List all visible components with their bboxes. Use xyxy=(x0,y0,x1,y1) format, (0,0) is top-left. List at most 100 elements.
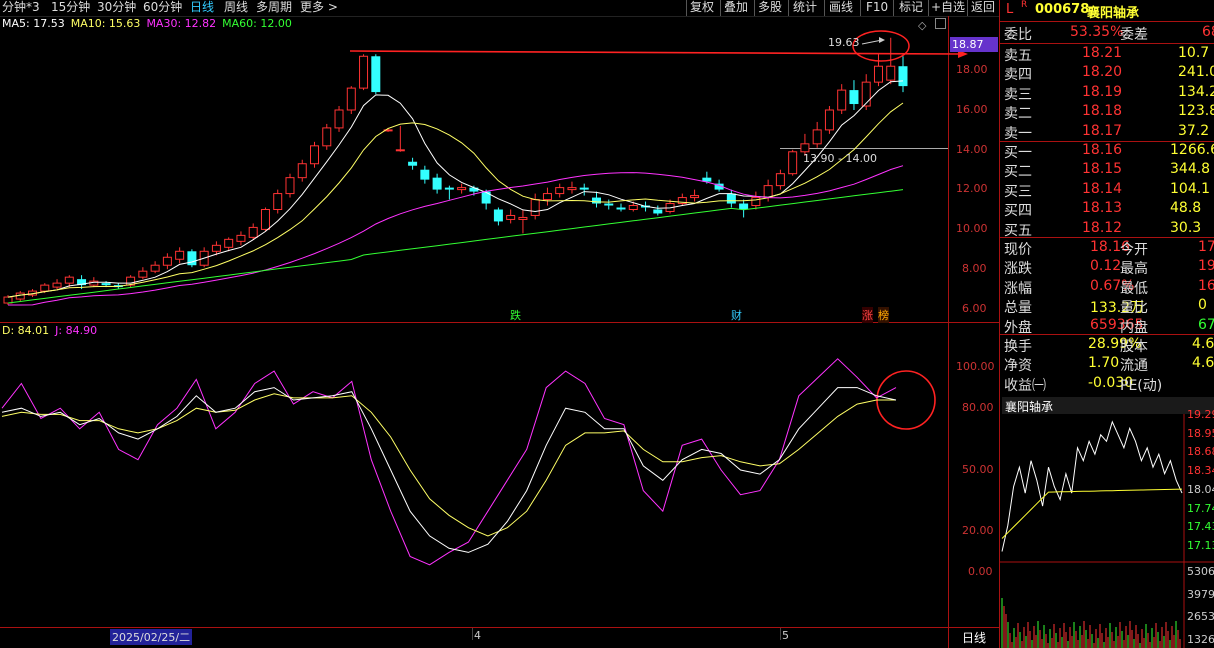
date-cursor-label: 2025/02/25/二 xyxy=(110,629,193,645)
candle[interactable] xyxy=(248,223,258,240)
candle[interactable] xyxy=(310,141,320,168)
ask-row: 卖五 18.21 10.7 xyxy=(1002,44,1214,64)
candle[interactable] xyxy=(739,199,749,218)
candle[interactable] xyxy=(260,207,270,232)
candle[interactable] xyxy=(359,54,369,91)
ask-label: 卖五 xyxy=(1004,48,1032,64)
ask-row: 卖一 18.17 37.2 xyxy=(1002,122,1214,142)
candle[interactable] xyxy=(518,209,528,234)
candle[interactable] xyxy=(873,54,883,87)
bid-volume: 344.8 xyxy=(1170,161,1211,178)
rights-flag: R xyxy=(1021,0,1028,10)
kdj-tick: 50.00 xyxy=(962,463,994,476)
candle[interactable] xyxy=(52,279,62,290)
stat-label: 收益㈠ xyxy=(1004,377,1046,394)
bid-row: 买二 18.15 344.8 xyxy=(1002,160,1214,180)
candle[interactable] xyxy=(898,56,908,93)
event-tag-finance[interactable]: 财 xyxy=(731,307,742,323)
event-tag-fall[interactable]: 跌 xyxy=(510,307,521,323)
candle[interactable] xyxy=(653,205,663,216)
weibi-row: 委比 53.35% 委差 68 xyxy=(1004,24,1214,43)
candle[interactable] xyxy=(273,189,283,214)
event-tag-rise[interactable]: 涨 xyxy=(862,307,873,323)
ask-volume: 134.2 xyxy=(1178,83,1214,100)
main-chart[interactable] xyxy=(0,0,1000,648)
stock-flag: L xyxy=(1006,2,1014,17)
stat-label: 量比 xyxy=(1120,300,1148,317)
mini-price-tick: 18.68 xyxy=(1187,445,1214,459)
candle[interactable] xyxy=(542,187,552,206)
candle[interactable] xyxy=(395,125,405,152)
resistance-line[interactable] xyxy=(349,50,961,55)
bid-row: 买五 18.12 30.3 xyxy=(1002,219,1214,239)
candle[interactable] xyxy=(837,84,847,114)
candle[interactable] xyxy=(812,121,822,148)
highlight-circle[interactable] xyxy=(852,30,910,62)
stat-label: 涨跌 xyxy=(1004,261,1032,278)
candle[interactable] xyxy=(567,181,577,194)
kdj-tick: 80.00 xyxy=(962,401,994,414)
ask-price: 18.20 xyxy=(1082,64,1123,81)
candle[interactable] xyxy=(677,193,687,206)
candle[interactable] xyxy=(555,183,565,198)
period-label: 日线 xyxy=(962,631,987,645)
stat-value: 17 xyxy=(1198,239,1214,255)
candle[interactable] xyxy=(604,199,614,210)
candle[interactable] xyxy=(187,249,197,268)
candle[interactable] xyxy=(175,247,185,264)
candle[interactable] xyxy=(297,159,307,182)
candle[interactable] xyxy=(616,203,626,212)
candle[interactable] xyxy=(849,80,859,110)
candle[interactable] xyxy=(420,165,430,184)
mini-volume-tick: 2653 xyxy=(1187,610,1214,623)
candle[interactable] xyxy=(591,191,601,208)
price-tick: 6.00 xyxy=(962,302,987,315)
candle[interactable] xyxy=(138,267,148,280)
candle[interactable] xyxy=(150,261,160,274)
candle[interactable] xyxy=(444,185,454,200)
stock-header: L R 000678 襄阳轴承 xyxy=(1002,0,1214,21)
stock-code[interactable]: 000678 xyxy=(1035,2,1089,17)
candle[interactable] xyxy=(432,173,442,194)
candle[interactable] xyxy=(775,169,785,190)
ask-row: 卖三 18.19 134.2 xyxy=(1002,83,1214,103)
candle[interactable] xyxy=(408,157,418,170)
candle[interactable] xyxy=(690,189,700,202)
stat-row: 涨跌 0.12 最高 19 xyxy=(1002,257,1214,277)
ask-label: 卖三 xyxy=(1004,86,1032,103)
ask-row: 卖四 18.20 241.0 xyxy=(1002,63,1214,83)
candle[interactable] xyxy=(162,253,172,270)
candle[interactable] xyxy=(457,183,467,194)
candle[interactable] xyxy=(371,54,381,95)
candle[interactable] xyxy=(493,207,503,226)
price-tick: 10.00 xyxy=(956,222,988,235)
candle[interactable] xyxy=(506,209,516,224)
bid-volume: 30.3 xyxy=(1170,219,1202,236)
candle[interactable] xyxy=(346,86,356,114)
ask-volume: 10.7 xyxy=(1178,45,1210,61)
ask-label: 卖四 xyxy=(1004,67,1032,84)
candle[interactable] xyxy=(861,74,871,110)
candle[interactable] xyxy=(224,237,234,252)
ask-price: 18.18 xyxy=(1082,103,1123,120)
candle[interactable] xyxy=(285,173,295,198)
stat-label: 内盘 xyxy=(1120,319,1148,336)
mini-intraday-chart[interactable] xyxy=(1000,414,1214,648)
ask-price: 18.21 xyxy=(1082,45,1123,61)
candle[interactable] xyxy=(788,149,798,176)
candle[interactable] xyxy=(236,231,246,246)
candle[interactable] xyxy=(579,183,589,196)
stat-row: 外盘659365内盘6728 xyxy=(1002,316,1214,336)
price-tick: 12.00 xyxy=(956,182,988,195)
candle[interactable] xyxy=(334,106,344,132)
price-tick: 8.00 xyxy=(962,262,987,275)
stock-name[interactable]: 襄阳轴承 xyxy=(1087,2,1139,21)
candle[interactable] xyxy=(824,106,834,134)
mini-price-tick: 18.95 xyxy=(1187,426,1214,440)
candle[interactable] xyxy=(322,123,332,150)
bid-row: 买四 18.13 48.8 xyxy=(1002,199,1214,219)
event-tag-list[interactable]: 榜 xyxy=(878,307,889,323)
candle[interactable] xyxy=(726,189,736,208)
candle[interactable] xyxy=(530,193,540,220)
bid-price: 18.12 xyxy=(1082,219,1123,236)
